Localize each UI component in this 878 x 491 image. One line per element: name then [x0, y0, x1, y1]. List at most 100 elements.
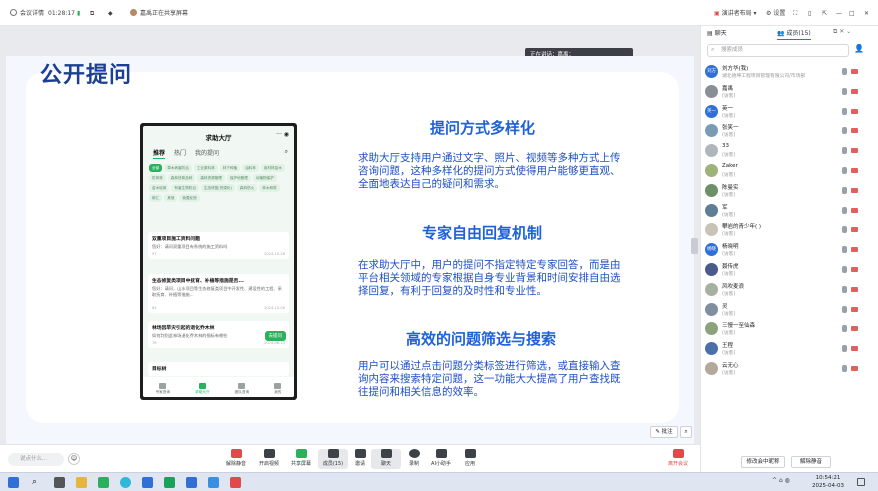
mic-icon[interactable] [842, 167, 847, 174]
member-row[interactable]: 杨晓 杨晓明 (访客) [705, 242, 875, 260]
search-icon[interactable]: ⌕ [32, 477, 43, 488]
leave-meeting-button[interactable]: 离开会议 [663, 449, 693, 467]
emoji-icon[interactable]: ☺ [68, 453, 80, 465]
member-row[interactable]: 聂传虎 (访客) [705, 262, 875, 280]
clock[interactable]: 10:54:21 2025-04-03 [812, 474, 844, 490]
layout-button[interactable]: ▣ 演讲者布局 ▾ [714, 9, 757, 18]
meeting-app-icon[interactable] [186, 477, 197, 488]
chip: 苗木培育 [149, 184, 170, 192]
rename-button[interactable]: 修改会中昵称 [741, 456, 785, 468]
app-icon[interactable] [164, 477, 175, 488]
member-row[interactable]: 刘方华刘方华(我) 湖北德坤工程项目管理有限公司/市场部 [705, 64, 875, 87]
member-row[interactable]: 三慢一至仙森 (访客) [705, 321, 875, 339]
camera-off-icon[interactable] [851, 306, 858, 312]
member-row[interactable]: 嘉禹 (访客) [705, 84, 875, 102]
mic-icon[interactable] [842, 127, 847, 135]
member-search-input[interactable]: 搜索成员 [707, 44, 849, 57]
share-screen-button[interactable]: 共享屏幕 [286, 449, 316, 467]
record-button[interactable]: 录制 [399, 449, 429, 467]
unmute-button[interactable]: 解除静音 [221, 449, 251, 467]
members-button[interactable]: 成员(15) [318, 449, 348, 469]
chip: 全部 [149, 164, 163, 172]
annotate-button[interactable]: ✎ 批注 [650, 426, 678, 438]
explorer-icon[interactable] [76, 477, 87, 488]
external-link-icon[interactable]: ⧉ [90, 9, 94, 18]
member-row[interactable]: 张笑一 (访客) [705, 123, 875, 141]
member-name: 33 [722, 143, 729, 150]
member-row[interactable]: 攀岩的青少年( ) (访客) [705, 222, 875, 240]
member-row[interactable]: Zaker (访客) [705, 163, 875, 181]
tray-icons[interactable]: ^ ⌂ ◍ [772, 477, 790, 484]
wps-icon[interactable] [230, 477, 241, 488]
maximize-icon[interactable]: □ [849, 9, 855, 18]
chat-button[interactable]: 聊天 [371, 449, 401, 469]
mic-icon[interactable] [842, 345, 847, 353]
mic-icon[interactable] [842, 147, 847, 155]
task-view-icon[interactable] [54, 477, 65, 488]
member-row[interactable]: 33 (访客) [705, 143, 875, 161]
camera-off-icon[interactable] [851, 108, 858, 114]
camera-off-icon[interactable] [851, 207, 858, 213]
add-member-icon[interactable]: 👤 [854, 44, 864, 53]
mic-icon[interactable] [842, 305, 847, 313]
mic-icon[interactable] [842, 87, 847, 95]
camera-off-icon[interactable] [851, 88, 858, 94]
mic-icon[interactable] [842, 365, 847, 372]
member-role: (访客) [722, 232, 736, 238]
member-row[interactable]: 陈曼实 (访客) [705, 183, 875, 201]
sidebar-toggle-icon[interactable]: ▯ [808, 9, 811, 18]
member-name: 杨晓明 [722, 244, 739, 251]
camera-off-icon[interactable] [851, 227, 858, 233]
meeting-info-link[interactable]: 会议详情 [10, 9, 44, 18]
apps-button[interactable]: 应用 [455, 449, 485, 467]
camera-off-icon[interactable] [851, 366, 858, 371]
member-row[interactable]: 王程 (访客) [705, 341, 875, 359]
member-row[interactable]: 风吹麦浪 (访客) [705, 282, 875, 300]
notification-icon[interactable] [857, 478, 865, 486]
pin-icon[interactable]: ⇱ [822, 9, 827, 18]
video-button[interactable]: 开启视频 [254, 449, 284, 467]
unmute-all-button[interactable]: 解除静音 [791, 456, 831, 468]
panel-window-icons[interactable]: ⧉ ✕ ⌄ [833, 28, 851, 36]
windows-start-icon[interactable] [8, 477, 19, 488]
app-icon[interactable] [142, 477, 153, 488]
fullscreen-icon[interactable]: ⛶ [793, 9, 797, 18]
mic-icon[interactable] [842, 206, 847, 214]
camera-off-icon[interactable] [851, 286, 858, 292]
mic-icon[interactable] [842, 325, 847, 333]
close-icon[interactable]: ✕ [864, 9, 869, 18]
mic-icon[interactable] [842, 186, 847, 194]
app-icon[interactable] [208, 477, 219, 488]
camera-off-icon[interactable] [851, 69, 858, 74]
mic-icon[interactable] [842, 107, 847, 115]
settings-button[interactable]: ⚙ 设置 [766, 9, 785, 18]
camera-off-icon[interactable] [851, 168, 858, 173]
camera-off-icon[interactable] [851, 267, 858, 272]
camera-off-icon[interactable] [851, 247, 858, 253]
camera-off-icon[interactable] [851, 148, 858, 154]
mic-icon[interactable] [842, 226, 847, 234]
browser-icon[interactable] [120, 477, 131, 488]
mic-icon[interactable] [842, 246, 847, 254]
member-row[interactable]: 云无心 (访客) [705, 361, 875, 379]
app-icon[interactable] [98, 477, 109, 488]
zoom-icon[interactable]: ⌕ [680, 426, 692, 438]
mic-icon[interactable] [842, 266, 847, 273]
camera-off-icon[interactable] [851, 187, 858, 193]
tab-chat[interactable]: ▤ 聊天 [707, 28, 727, 37]
camera-off-icon[interactable] [851, 128, 858, 134]
chip: 林木种质 [259, 184, 280, 192]
camera-off-icon[interactable] [851, 326, 858, 332]
minimize-icon[interactable]: — [836, 9, 842, 18]
mic-icon[interactable] [842, 285, 847, 293]
camera-off-icon[interactable] [851, 346, 858, 352]
tab-members[interactable]: 👥 成员(15) [777, 28, 811, 40]
tab-my-questions: 我的提问 [195, 150, 220, 157]
member-row[interactable]: 英一 英一 (访客) [705, 104, 875, 122]
mic-icon[interactable] [842, 68, 847, 75]
chat-input[interactable]: 说点什么... [8, 453, 64, 466]
ai-assistant-button[interactable]: AI小助手 [426, 449, 456, 467]
member-row[interactable]: 灵 (访客) [705, 302, 875, 320]
member-row[interactable]: 军 (访客) [705, 203, 875, 221]
collapse-handle[interactable] [691, 238, 698, 254]
